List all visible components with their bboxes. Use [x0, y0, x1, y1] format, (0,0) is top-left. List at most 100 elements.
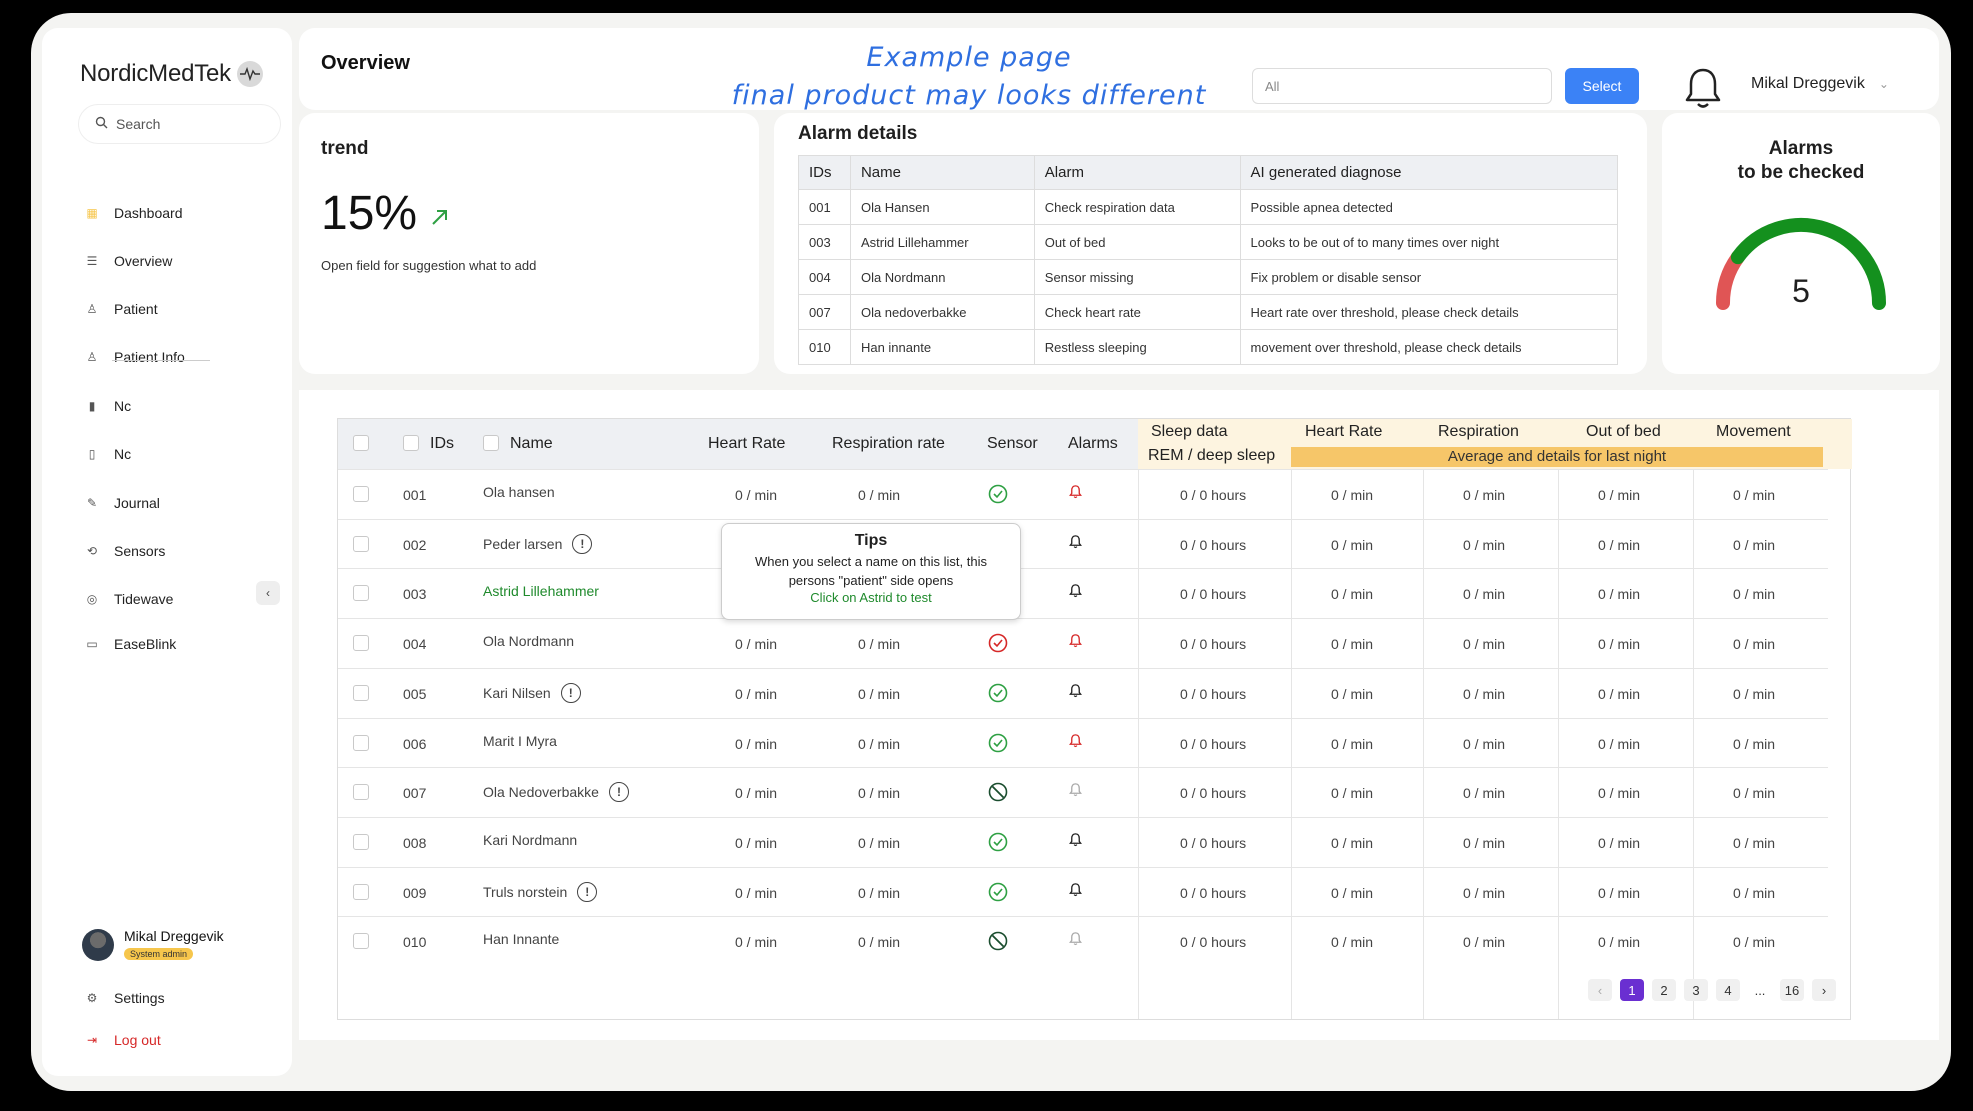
sidebar-item-overview[interactable]: ☰ Overview [84, 253, 173, 269]
alarm-col-header[interactable]: Alarm [1033, 155, 1241, 190]
sensor-disabled-icon[interactable] [988, 782, 1008, 802]
table-row[interactable]: 008 Kari Nordmann 0 / min 0 / min 0 / 0 hour… [338, 816, 1828, 867]
tips-link[interactable]: Click on Astrid to test [722, 590, 1020, 605]
patient-name-text[interactable]: Kari Nilsen [483, 685, 551, 701]
patient-name-text[interactable]: Ola Nordmann [483, 633, 574, 649]
notification-bell-icon[interactable] [1679, 64, 1727, 112]
sidebar-item-nc[interactable]: ▯ Nc [84, 446, 131, 462]
alarm-bell-red-icon[interactable] [1068, 633, 1083, 648]
page-4-button[interactable]: 4 [1716, 979, 1740, 1001]
alarm-row[interactable]: 004 Ola Nordmann Sensor missing Fix problem… [798, 259, 1619, 295]
sidebar-item-dashboard[interactable]: ▦ Dashboard [84, 205, 182, 221]
alarm-bell-black-icon[interactable] [1068, 832, 1083, 847]
table-row[interactable]: 003 Astrid Lillehammer 0 / 0 hours 0 / min 0… [338, 568, 1828, 618]
sidebar-item-patient[interactable]: ♙ Patient [84, 301, 158, 317]
patient-name-text[interactable]: Peder larsen [483, 536, 562, 552]
row-patient-name[interactable]: Han Innante [483, 931, 559, 947]
row-patient-name[interactable]: Ola Nordmann [483, 633, 574, 649]
col-sleep-data[interactable]: Sleep data [1151, 423, 1228, 441]
col-name[interactable]: Name [510, 435, 553, 453]
sensor-disabled-icon[interactable] [988, 931, 1008, 951]
page-3-button[interactable]: 3 [1684, 979, 1708, 1001]
row-patient-name[interactable]: Peder larsen! [483, 533, 593, 554]
collapse-sidebar-button[interactable]: ‹ [256, 581, 280, 605]
prev-page-button[interactable]: ‹ [1588, 979, 1612, 1001]
row-checkbox[interactable] [353, 486, 369, 502]
sidebar-item-patient-info[interactable]: ♙ Patient Info [84, 349, 185, 365]
app-logo[interactable]: NordicMedTek [80, 60, 263, 88]
alarm-bell-grey-icon[interactable] [1068, 782, 1083, 797]
alarm-col-header[interactable]: AI generated diagnose [1239, 155, 1619, 190]
sidebar-item-easeblink[interactable]: ▭ EaseBlink [84, 636, 176, 652]
patient-name-text[interactable]: Ola hansen [483, 484, 555, 500]
sensor-ok-icon[interactable] [988, 733, 1008, 753]
sensor-ok-icon[interactable] [988, 683, 1008, 703]
patient-name-text[interactable]: Truls norstein [483, 884, 567, 900]
col-sensor[interactable]: Sensor [987, 435, 1038, 453]
alarm-row[interactable]: 003 Astrid Lillehammer Out of bed Looks to … [798, 224, 1619, 260]
row-patient-name[interactable]: Ola Nedoverbakke! [483, 782, 629, 803]
alarm-col-header[interactable]: IDs [798, 155, 851, 190]
table-row[interactable]: 007 Ola Nedoverbakke! 0 / min 0 / min 0 / 0 … [338, 767, 1828, 817]
row-checkbox[interactable] [353, 933, 369, 950]
name-column-checkbox[interactable] [483, 435, 499, 451]
row-patient-name[interactable]: Marit I Myra [483, 733, 557, 749]
sidebar-item-journal[interactable]: ✎ Journal [84, 495, 160, 511]
col-night-respiration[interactable]: Respiration [1438, 423, 1519, 441]
table-row[interactable]: 006 Marit I Myra 0 / min 0 / min 0 / 0 hours… [338, 717, 1828, 768]
sidebar-search[interactable]: Search [78, 104, 281, 144]
page-2-button[interactable]: 2 [1652, 979, 1676, 1001]
row-checkbox[interactable] [353, 684, 369, 701]
page-16-button[interactable]: 16 [1780, 979, 1804, 1001]
table-row[interactable]: 009 Truls norstein! 0 / min 0 / min 0 / 0 ho… [338, 866, 1828, 917]
patient-name-text[interactable]: Ola Nedoverbakke [483, 784, 599, 800]
alarm-bell-black-icon[interactable] [1068, 882, 1083, 897]
alarm-bell-grey-icon[interactable] [1068, 931, 1083, 946]
select-all-checkbox[interactable] [353, 435, 369, 451]
row-patient-name[interactable]: Kari Nilsen! [483, 682, 581, 703]
row-checkbox[interactable] [353, 883, 369, 900]
col-alarms[interactable]: Alarms [1068, 435, 1118, 453]
row-checkbox[interactable] [353, 734, 369, 751]
table-row[interactable]: 004 Ola Nordmann 0 / min 0 / min 0 / 0 hours… [338, 618, 1828, 668]
col-ids[interactable]: IDs [430, 435, 454, 453]
sensor-ok-icon[interactable] [988, 832, 1008, 852]
alarm-col-header[interactable]: Name [849, 155, 1035, 190]
table-row[interactable]: 005 Kari Nilsen! 0 / min 0 / min 0 / 0 hours… [338, 667, 1828, 718]
alarm-row[interactable]: 007 Ola nedoverbakke Check heart rate Heart… [798, 294, 1619, 330]
row-checkbox[interactable] [353, 784, 369, 801]
row-patient-name[interactable]: Truls norstein! [483, 881, 598, 902]
sensor-ok-icon[interactable] [988, 882, 1008, 902]
table-row[interactable]: 010 Han Innante 0 / min 0 / min 0 / 0 hours 0… [338, 916, 1828, 966]
row-patient-name[interactable]: Ola hansen [483, 484, 555, 500]
row-checkbox[interactable] [353, 535, 369, 552]
patient-name-text[interactable]: Marit I Myra [483, 733, 557, 749]
alarm-bell-black-icon[interactable] [1068, 583, 1083, 598]
sensor-ok-icon[interactable] [988, 484, 1008, 504]
row-checkbox[interactable] [353, 833, 369, 850]
sidebar-user[interactable]: Mikal Dreggevik System admin [82, 928, 224, 962]
table-row[interactable]: 002 Peder larsen! 0 / 0 hours 0 / min 0 / mi… [338, 518, 1828, 569]
table-row[interactable]: 001 Ola hansen 0 / min 0 / min 0 / 0 hours 0 … [338, 469, 1828, 519]
logout-link[interactable]: ⇥ Log out [84, 1032, 161, 1048]
sidebar-item-sensors[interactable]: ⟲ Sensors [84, 543, 165, 559]
alarm-row[interactable]: 010 Han innante Restless sleeping movement … [798, 329, 1619, 365]
alarm-row[interactable]: 001 Ola Hansen Check respiration data Possi… [798, 189, 1619, 225]
row-patient-name[interactable]: Astrid Lillehammer [483, 583, 599, 599]
alarm-bell-red-icon[interactable] [1068, 484, 1083, 499]
ids-column-checkbox[interactable] [403, 435, 419, 451]
sidebar-item-nc[interactable]: ▮ Nc [84, 398, 131, 414]
patient-name-text[interactable]: Astrid Lillehammer [483, 583, 599, 599]
patient-name-text[interactable]: Han Innante [483, 931, 559, 947]
alarm-bell-black-icon[interactable] [1068, 683, 1083, 698]
col-out-of-bed[interactable]: Out of bed [1586, 423, 1661, 441]
sensor-error-icon[interactable] [988, 633, 1008, 653]
patient-name-text[interactable]: Kari Nordmann [483, 832, 577, 848]
col-night-heart-rate[interactable]: Heart Rate [1305, 423, 1382, 441]
alarm-bell-black-icon[interactable] [1068, 534, 1083, 549]
page-1-button[interactable]: 1 [1620, 979, 1644, 1001]
next-page-button[interactable]: › [1812, 979, 1836, 1001]
col-movement[interactable]: Movement [1716, 423, 1791, 441]
header-user-menu[interactable]: Mikal Dreggevik ⌄ [1751, 75, 1889, 93]
col-heart-rate[interactable]: Heart Rate [708, 435, 785, 453]
